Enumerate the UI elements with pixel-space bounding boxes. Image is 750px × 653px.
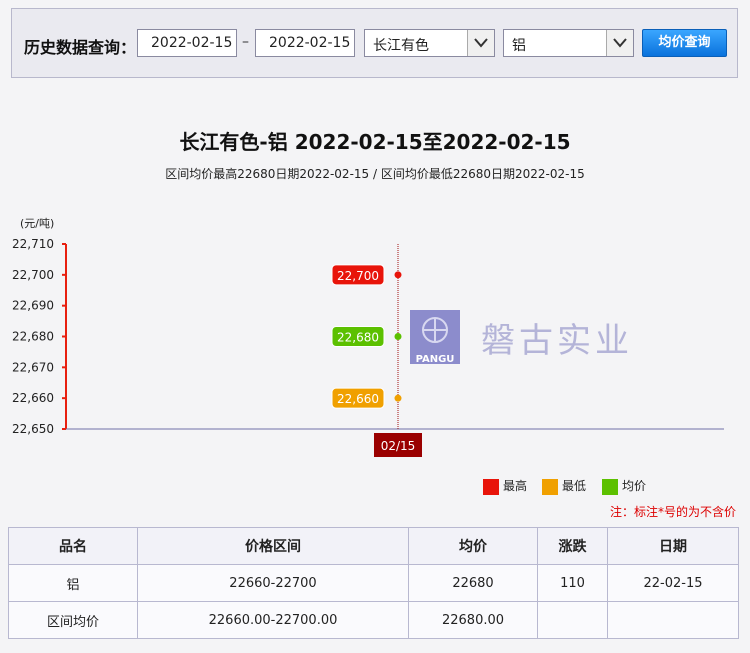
data-label: 22,660 [337,392,379,406]
data-point [394,333,402,340]
legend-item-high: 最高 [483,477,527,495]
table-row: 铝 22660-22700 22680 110 22-02-15 [8,564,739,602]
table-header-row: 品名 价格区间 均价 涨跌 日期 [8,527,739,565]
legend-item-avg: 均价 [602,477,646,495]
tax-note: 注：标注*号的为不含价 [610,505,737,519]
table-cell: 22680.00 [408,601,538,639]
data-label: 22,680 [337,331,379,345]
table-cell: 22-02-15 [607,564,739,602]
metal-select[interactable]: 铝 [503,29,634,57]
chevron-down-icon[interactable] [467,30,494,56]
table-cell: 铝 [8,564,138,602]
y-tick-label: 22,710 [12,237,54,251]
y-tick-label: 22,700 [12,268,54,282]
legend-swatch-high [483,478,499,495]
legend-label-low: 最低 [562,479,587,493]
table-cell [607,601,739,639]
history-query-bar: 历史数据查询： 2022-02-15 – 2022-02-15 长江有色 铝 均… [11,8,738,78]
table-header: 品名 [8,527,138,565]
chart-subtitle: 区间均价最高22680日期2022-02-15 / 区间均价最低22680日期2… [165,167,585,181]
y-tick-label: 22,680 [12,330,54,344]
table-header: 均价 [408,527,538,565]
table-cell: 22660-22700 [137,564,409,602]
data-point [394,271,402,279]
y-axis-unit-label: (元/吨) [20,217,55,230]
table-cell: 区间均价 [8,601,138,639]
table-cell [537,601,608,639]
legend-label-high: 最高 [503,479,528,493]
legend-swatch-avg [602,478,618,495]
y-tick-label: 22,650 [12,422,54,436]
table-cell: 22680 [408,564,538,602]
table-cell: 110 [537,564,608,602]
legend-swatch-low [542,478,558,495]
x-tick-label: 02/15 [381,439,416,453]
y-tick-label: 22,670 [12,360,54,374]
end-date-input[interactable]: 2022-02-15 [255,29,355,57]
table-header: 价格区间 [137,527,409,565]
metal-select-value: 铝 [512,38,526,54]
chevron-down-icon[interactable] [606,30,633,56]
start-date-input[interactable]: 2022-02-15 [137,29,237,57]
legend-label-avg: 均价 [622,479,647,493]
chart-title: 长江有色-铝 2022-02-15至2022-02-15 [179,130,571,154]
data-label: 22,700 [337,269,379,283]
price-table: 品名 价格区间 均价 涨跌 日期 铝 22660-22700 22680 110… [8,527,739,639]
table-header: 日期 [607,527,739,565]
date-separator: – [242,34,249,50]
table-row: 区间均价 22660.00-22700.00 22680.00 [8,601,739,639]
query-label: 历史数据查询： [24,38,137,57]
table-header: 涨跌 [537,527,608,565]
y-tick-label: 22,690 [12,299,54,313]
price-line-chart: 22,710 22,700 22,690 22,680 22,670 22,660 22,6… [12,237,724,457]
data-point [394,394,402,402]
legend-item-low: 最低 [542,477,586,495]
y-tick-label: 22,660 [12,391,54,405]
table-cell: 22660.00-22700.00 [137,601,409,639]
average-price-query-button[interactable]: 均价查询 [642,29,727,57]
market-select-value: 长江有色 [373,38,429,54]
market-select[interactable]: 长江有色 [364,29,495,57]
